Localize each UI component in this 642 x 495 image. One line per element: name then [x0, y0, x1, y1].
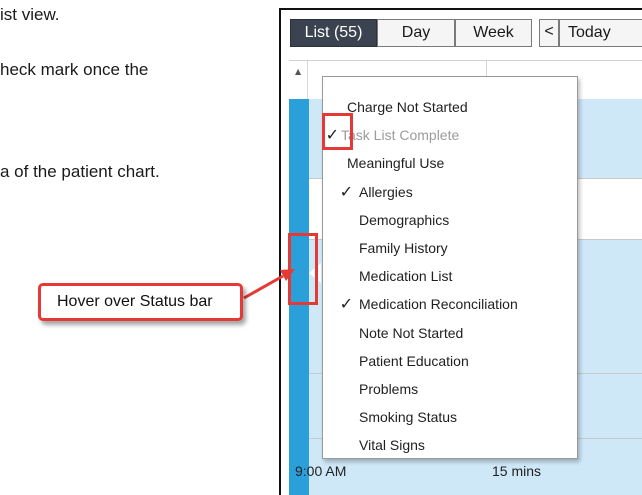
menu-item-label: Problems — [359, 381, 419, 397]
doc-text-line-1: ist view. — [0, 5, 60, 24]
menu-item[interactable]: Demographics — [323, 206, 577, 234]
view-toolbar: List (55) Day Week < Today — [281, 10, 642, 60]
menu-item[interactable]: ✓ Task List Complete — [323, 121, 577, 149]
menu-item-label: Demographics — [359, 211, 450, 228]
status-bar-highlight — [288, 233, 318, 305]
menu-item[interactable]: Meaningful Use — [323, 149, 577, 177]
hover-callout: Hover over Status bar — [38, 283, 243, 321]
menu-item-label: Medication List — [359, 268, 453, 285]
menu-item-label: Allergies — [359, 183, 413, 200]
menu-item-label: Note Not Started — [359, 324, 464, 341]
appointment-duration: 15 mins — [492, 463, 542, 479]
menu-item-label: Vital Signs — [359, 437, 425, 454]
menu-item[interactable]: ✓ Medication Reconciliation — [323, 290, 577, 318]
menu-item-label: Task List Complete — [341, 127, 460, 144]
chevron-left-icon: < — [544, 23, 554, 40]
doc-text-line-2: heck mark once the — [0, 60, 149, 79]
today-button[interactable]: Today — [559, 19, 642, 47]
menu-item-label: Family History — [359, 240, 448, 256]
menu-item-label: Smoking Status — [359, 409, 458, 426]
menu-item[interactable]: ✓ Allergies — [323, 178, 577, 206]
schedule-screenshot: List (55) Day Week < Today ▲ 9:00 AM 15 … — [279, 8, 642, 495]
menu-item[interactable]: Note Not Started — [323, 319, 577, 347]
menu-item-label: Charge Not Started — [347, 99, 468, 115]
day-view-tab[interactable]: Day — [377, 19, 455, 47]
sort-up-icon[interactable]: ▲ — [295, 67, 301, 76]
menu-item[interactable]: Vital Signs — [323, 431, 577, 459]
column-divider — [307, 61, 308, 99]
appointment-time: 9:00 AM — [295, 463, 347, 479]
menu-item-label: Meaningful Use — [347, 155, 445, 172]
menu-item[interactable]: Family History — [323, 234, 577, 262]
status-menu: Charge Not Started ✓ Task List Complete Mea… — [322, 76, 578, 459]
doc-text-line-3: a of the patient chart. — [0, 162, 160, 181]
checkmark-highlight — [322, 113, 353, 150]
menu-item[interactable]: Smoking Status — [323, 403, 577, 431]
menu-item-label: Medication Reconciliation — [359, 296, 518, 313]
check-icon: ✓ — [339, 296, 353, 314]
menu-item-label: Patient Education — [359, 352, 469, 369]
check-icon: ✓ — [339, 183, 353, 201]
menu-item[interactable]: Problems — [323, 375, 577, 403]
week-view-tab[interactable]: Week — [455, 19, 532, 47]
menu-item[interactable]: Medication List — [323, 262, 577, 290]
list-view-tab[interactable]: List (55) — [290, 19, 377, 47]
previous-day-button[interactable]: < — [539, 19, 559, 47]
menu-item[interactable]: Patient Education — [323, 347, 577, 375]
callout-text: Hover over Status bar — [57, 293, 213, 310]
menu-item[interactable]: Charge Not Started — [323, 93, 577, 121]
